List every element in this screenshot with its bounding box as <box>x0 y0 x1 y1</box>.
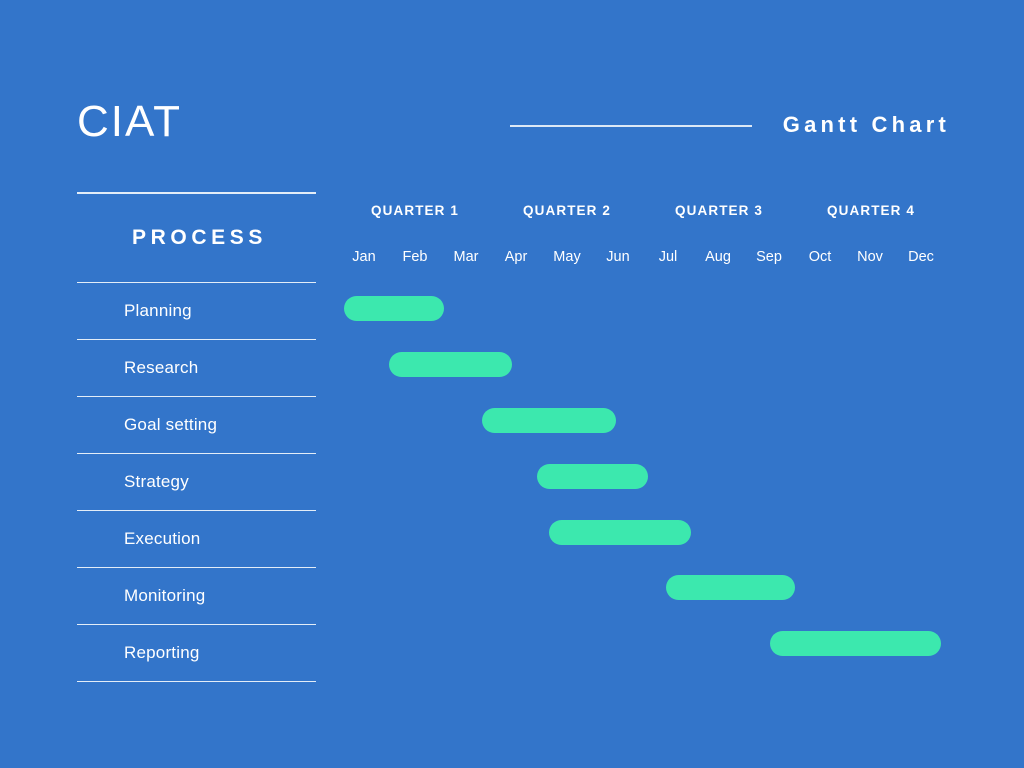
gantt-bar-planning[interactable] <box>344 296 444 321</box>
gantt-bar-monitoring[interactable] <box>666 575 795 600</box>
gantt-bar-research[interactable] <box>389 352 512 377</box>
gantt-bar-reporting[interactable] <box>770 631 941 656</box>
gantt-bars-area <box>0 0 1024 768</box>
gantt-bar-strategy[interactable] <box>537 464 648 489</box>
gantt-bar-execution[interactable] <box>549 520 691 545</box>
gantt-bar-goal-setting[interactable] <box>482 408 616 433</box>
gantt-chart-slide: CIAT Gantt Chart PROCESS Planning Resear… <box>0 0 1024 768</box>
